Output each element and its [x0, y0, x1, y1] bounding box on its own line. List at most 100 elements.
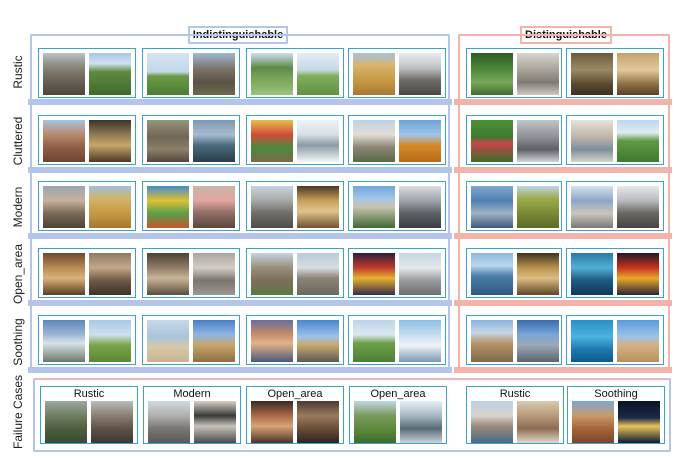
image-pair	[142, 181, 240, 231]
row-label-rustic: Rustic	[11, 55, 25, 89]
coastal-scene-photo	[193, 120, 235, 162]
image-pair	[246, 48, 344, 98]
image-pair	[348, 48, 446, 98]
harbor-town-photo	[471, 401, 513, 443]
valley-landscape-photo	[471, 320, 513, 362]
tall-building-photo	[399, 186, 441, 228]
row-divider	[454, 233, 672, 239]
misty-hills-photo	[43, 320, 85, 362]
city-skyline-photo	[517, 320, 559, 362]
image-pair	[38, 315, 136, 365]
row-label-cluttered: Cluttered	[11, 116, 25, 166]
image-pair	[38, 181, 136, 231]
laundromat-photo	[517, 120, 559, 162]
castle-hill-photo	[353, 186, 395, 228]
barn-interior-photo	[571, 53, 613, 95]
image-pair	[38, 48, 136, 98]
rubble-photo	[43, 53, 85, 95]
failure-caption: Rustic	[73, 388, 105, 400]
desert-photo	[617, 320, 659, 362]
cafe-interior-photo	[43, 253, 85, 295]
image-pair	[348, 315, 446, 365]
castle-ruins-photo	[43, 120, 85, 162]
sports-field-photo	[354, 401, 396, 443]
revolving-door-photo	[297, 186, 339, 228]
image-pair	[246, 315, 344, 365]
restaurant-photo	[89, 253, 131, 295]
failure-caption: Open_area	[267, 388, 323, 400]
row-divider	[454, 300, 672, 306]
failure-caption: Rustic	[499, 388, 531, 400]
dental-office-photo	[571, 120, 613, 162]
lighthouse-field-photo	[399, 120, 441, 162]
sunset-sea-photo	[251, 320, 293, 362]
elevator-lobby-photo	[147, 253, 189, 295]
row-label-soothing: Soothing	[11, 318, 25, 366]
bedroom-photo	[517, 401, 559, 443]
kitchen-photo	[517, 53, 559, 95]
mural-photo	[147, 186, 189, 228]
image-pair	[466, 115, 562, 165]
garden-plants-photo	[471, 53, 513, 95]
waterfall-photo	[400, 401, 442, 443]
cathedral-photo	[193, 320, 235, 362]
image-pair	[566, 181, 664, 231]
image-pair	[246, 248, 344, 298]
image-pair	[38, 115, 136, 165]
lawn-flag-photo	[147, 53, 189, 95]
demolition-photo	[193, 53, 235, 95]
beach-photo	[147, 320, 189, 362]
image-pair	[348, 181, 446, 231]
garage-interior-photo	[193, 253, 235, 295]
office-building-photo	[251, 186, 293, 228]
underwater-photo	[571, 320, 613, 362]
golf-flag-photo	[297, 53, 339, 95]
canyon-photo	[572, 401, 614, 443]
row-label-modern: Modern	[11, 186, 25, 228]
snowy-trees-photo	[297, 120, 339, 162]
open-road-photo	[297, 320, 339, 362]
row-label-open-area: Open_area	[11, 243, 25, 305]
old-building-photo	[147, 120, 189, 162]
green-field-photo	[353, 320, 395, 362]
failure-pair: Rustic	[40, 386, 138, 444]
revolving-door-photo	[517, 253, 559, 295]
apartment-building-photo	[148, 401, 190, 443]
failure-caption: Open_area	[370, 388, 426, 400]
failure-caption: Soothing	[594, 388, 638, 400]
image-pair	[466, 248, 562, 298]
failure-pair: Open_area	[349, 386, 447, 444]
tree-meadow-photo	[89, 320, 131, 362]
image-pair	[566, 48, 664, 98]
arcade-photo	[617, 253, 659, 295]
parking-lot-photo	[399, 253, 441, 295]
image-pair	[566, 248, 664, 298]
failure-caption: Modern	[173, 388, 211, 400]
banquet-hall-photo	[251, 401, 293, 443]
aquarium-photo	[571, 253, 613, 295]
night-skyline-photo	[618, 401, 660, 443]
failure-pair: Soothing	[567, 386, 665, 444]
row-divider	[28, 367, 452, 373]
narrow-street-photo	[43, 186, 85, 228]
tower-structure-photo	[571, 186, 613, 228]
image-pair	[566, 315, 664, 365]
mill-wheel-photo	[399, 53, 441, 95]
wheat-field-photo	[89, 186, 131, 228]
playground-photo	[251, 120, 293, 162]
image-pair	[142, 315, 240, 365]
row-divider	[454, 167, 672, 173]
row-label-failure-cases: Failure Cases	[11, 374, 25, 450]
row-divider	[454, 99, 672, 105]
factory-floor-photo	[471, 186, 513, 228]
dining-room-photo	[297, 401, 339, 443]
casino-photo	[353, 253, 395, 295]
green-hill-photo	[617, 120, 659, 162]
failure-pair: Open_area	[246, 386, 344, 444]
corn-field-photo	[517, 186, 559, 228]
row-divider	[28, 167, 452, 173]
park-trees-photo	[251, 53, 293, 95]
image-pair	[466, 181, 562, 231]
wheat-field-photo	[353, 53, 395, 95]
failure-pair: Modern	[143, 386, 241, 444]
